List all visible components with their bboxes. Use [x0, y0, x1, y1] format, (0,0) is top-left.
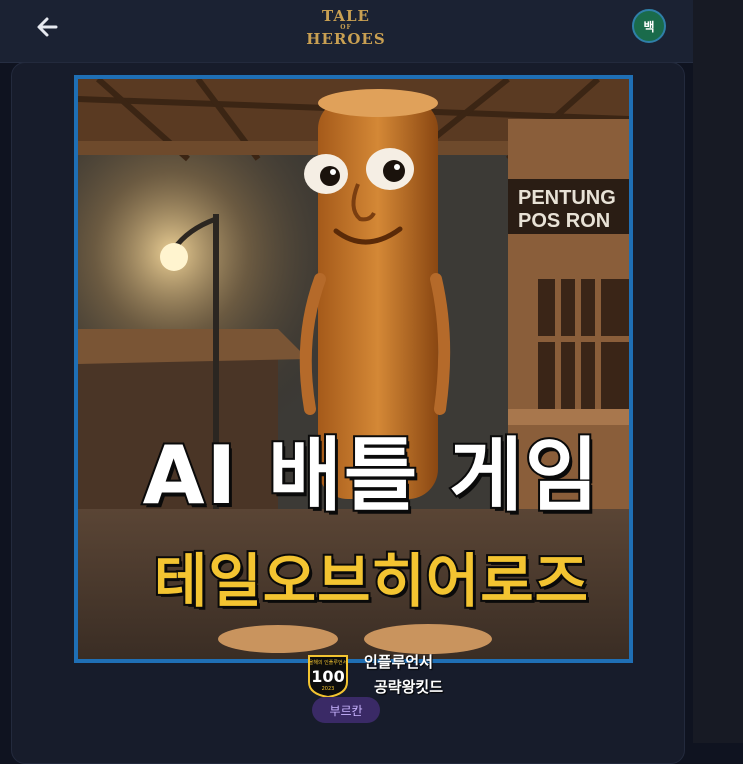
- sign-text-2: POS RON: [518, 210, 610, 232]
- app-logo[interactable]: TALE OF HEROES: [300, 6, 392, 54]
- influencer-line-1: 인플루언서: [364, 653, 434, 671]
- sign-text-1: PENTUNG: [518, 187, 616, 209]
- badge-icon: 올해의 인플루언서 100 2023: [308, 655, 348, 699]
- badge-year: 2023: [322, 686, 335, 692]
- arrow-left-icon: [37, 17, 58, 37]
- burkan-button[interactable]: 부르칸: [312, 697, 380, 723]
- badge-ring-text: 올해의 인플루언서: [309, 659, 347, 666]
- influencer-label: 인플루언서 공략왕킷드: [364, 650, 474, 700]
- user-avatar[interactable]: 백: [632, 9, 666, 43]
- badge-number: 100: [311, 667, 344, 686]
- influencer-badge: 올해의 인플루언서 100 2023: [305, 652, 351, 699]
- influencer-line-2: 공략왕킷드: [374, 678, 444, 696]
- logo-line-1: TALE: [322, 7, 370, 25]
- side-strip: [693, 0, 743, 743]
- top-bar: TALE OF HEROES 백: [0, 0, 693, 63]
- banner-title: AI 배틀 게임: [141, 429, 601, 522]
- banner-subtitle: 테일오브히어로즈: [152, 547, 590, 615]
- logo-line-3: HEROES: [306, 30, 386, 48]
- back-button[interactable]: [30, 12, 64, 42]
